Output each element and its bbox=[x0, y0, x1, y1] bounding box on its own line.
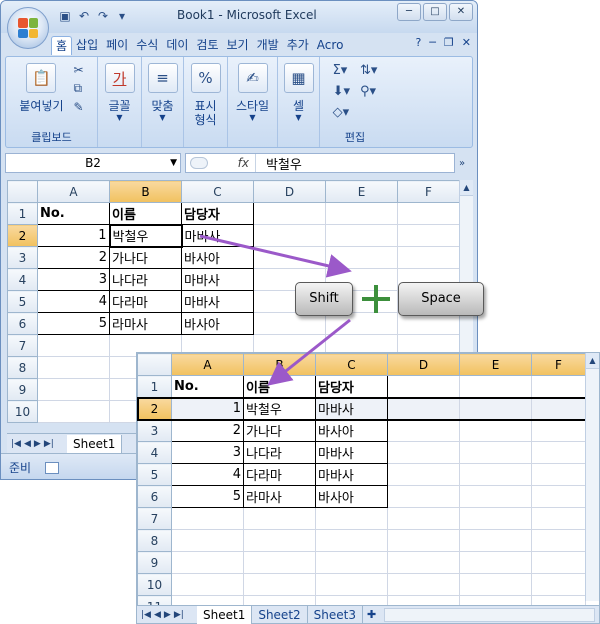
office-button[interactable] bbox=[7, 7, 49, 49]
arrow-to-result bbox=[267, 318, 351, 386]
annotation-arrows bbox=[199, 234, 352, 386]
office-logo-icon bbox=[18, 18, 38, 38]
arrow-to-keys bbox=[199, 234, 352, 278]
